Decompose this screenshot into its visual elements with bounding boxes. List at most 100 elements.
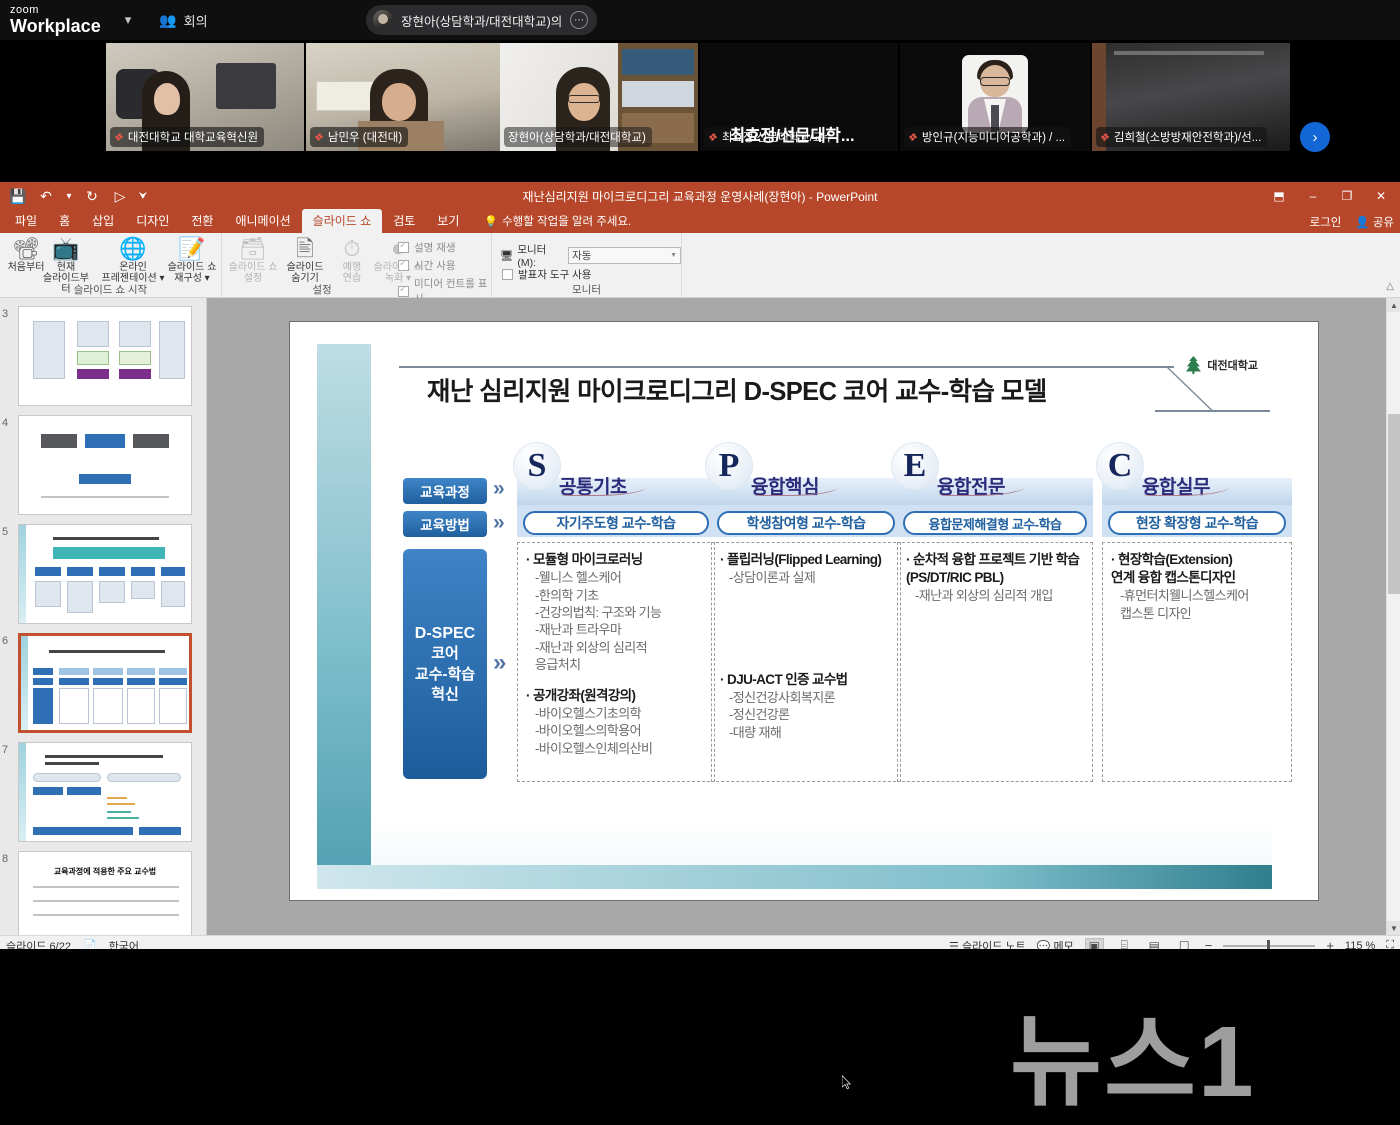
tab-file[interactable]: 파일 <box>4 209 48 233</box>
hide-slide-icon: 🖹 <box>296 236 314 261</box>
ribbon-group-monitors: 🖥 모니터(M): 자동 ▼ 발표자 도구 사용 모니터 <box>492 233 682 298</box>
button-rehearse-timings[interactable]: ⏱ 예행 연습 <box>332 236 372 284</box>
group-item: -재난과 트라우마 <box>535 622 622 638</box>
thumbnail-scrollbar[interactable]: ▲ ▼ <box>1386 298 1400 935</box>
bottom-black-bar <box>0 949 1400 955</box>
thumbnail-number: 5 <box>2 526 9 538</box>
group-item: -한의학 기초 <box>535 587 599 603</box>
tab-animations[interactable]: 애니메이션 <box>224 209 301 233</box>
group-item: -재난과 외상의 심리적 <box>535 639 648 655</box>
button-custom-slideshow[interactable]: 📝 슬라이드 쇼 재구성 ▾ <box>163 236 221 284</box>
group-heading: · 순차적 융합 프로젝트 기반 학습 (PS/DT/RIC PBL) <box>906 552 1080 586</box>
button-hide-slide[interactable]: 🖹 슬라이드 숨기기 <box>279 236 331 284</box>
restore-icon[interactable]: ❐ <box>1330 182 1364 210</box>
group-item: -정신건강사회복지론 <box>729 689 836 705</box>
ppt-title-bar: 💾 ↶ ▾ ↻ ▷ ⮟ 재난심리지원 마이크로디그리 교육과정 운영사례(장현아… <box>0 182 1400 210</box>
video-tile[interactable]: ❖ 남민우 (대전대) <box>306 43 504 151</box>
minimize-icon[interactable]: – <box>1296 182 1330 210</box>
content-column-p: · 플립러닝(Flipped Learning) -상담이론과 실제 · DJU… <box>711 542 901 782</box>
method-c: 현장 확장형 교수-학습 <box>1108 511 1286 535</box>
ribbon-display-options-icon[interactable]: ⬒ <box>1262 182 1296 210</box>
monitor-select[interactable]: 자동 ▼ <box>568 247 681 264</box>
monitor-value: 자동 <box>572 250 592 262</box>
group-label: 설정 <box>312 284 332 296</box>
thumbnail-slide-3[interactable]: 3 <box>2 306 192 406</box>
collapse-ribbon-icon[interactable]: △ <box>1386 281 1394 292</box>
thumbnail-preview <box>19 525 191 623</box>
active-speaker-pill[interactable]: 장현아(상담학과/대전대학교)의 ⋯ <box>366 5 598 35</box>
meeting-tab[interactable]: 👥 회의 <box>159 11 207 30</box>
ribbon: 📽 처음부터 📺 현재 슬라이드부터 🌐 온라인 프레젠테이션 ▾ 📝 슬라이드… <box>0 233 1400 305</box>
checkbox-icon <box>398 258 409 271</box>
share-button[interactable]: 👤 공유 <box>1355 214 1394 230</box>
participant-nametag: ❖ 김희철(소방방재안전학과)/선... <box>1096 127 1268 147</box>
scroll-up-arrow-icon[interactable]: ▲ <box>1387 298 1400 312</box>
video-tile-avatar[interactable]: ❖ 방인규(지능미디어공학과) / ... <box>900 43 1090 151</box>
checkbox-use-presenter-view[interactable]: 발표자 도구 사용 <box>502 267 591 282</box>
video-tile[interactable]: ❖ 김희철(소방방재안전학과)/선... <box>1092 43 1290 151</box>
method-p: 학생참여형 교수-학습 <box>717 511 895 535</box>
button-present-online[interactable]: 🌐 온라인 프레젠테이션 ▾ <box>97 236 169 284</box>
chevron-down-icon[interactable]: ▾ <box>125 12 132 28</box>
group-item: -바이오헬스기초의학 <box>535 705 642 721</box>
close-icon[interactable]: ✕ <box>1364 182 1398 210</box>
checkbox-use-timings[interactable]: 시간 사용 <box>398 258 456 273</box>
chevron-double-right-icon: » <box>493 477 505 500</box>
column-text-c: · 현장학습(Extension) 연계 융합 캡스톤디자인 -휴먼터치웰니스헬… <box>1111 551 1287 622</box>
thumbnail-preview <box>19 307 191 405</box>
books-row <box>622 81 694 107</box>
mic-muted-icon: ❖ <box>1098 131 1112 144</box>
thumbnail-slide-7[interactable]: 7 <box>2 742 192 842</box>
person-face <box>382 83 416 121</box>
letter: P <box>718 447 740 484</box>
button-label: 슬라이드 쇼 재구성 ▾ <box>167 262 217 284</box>
thumbnail-title: 교육과정에 적용한 주요 교수법 <box>53 867 157 876</box>
letter: E <box>903 447 927 484</box>
group-item: 캡스톤 디자인 <box>1120 605 1192 621</box>
signin-link[interactable]: 로그인 <box>1310 214 1342 230</box>
thumbnail-slide-5[interactable]: 5 <box>2 524 192 624</box>
tab-transitions[interactable]: 전환 <box>180 209 224 233</box>
glasses-icon <box>980 77 1010 86</box>
thumbnail-preview <box>21 636 189 730</box>
participant-name: 방인규(지능미디어공학과) / ... <box>921 132 1066 144</box>
button-label: 슬라이드 쇼 설정 <box>228 262 278 284</box>
checkbox-label: 발표자 도구 사용 <box>518 269 592 281</box>
checkbox-play-narrations[interactable]: 설명 재생 <box>398 240 456 255</box>
mic-muted-icon: ❖ <box>112 131 126 144</box>
next-page-arrow-icon[interactable]: › <box>1300 122 1330 152</box>
scroll-down-arrow-icon[interactable]: ▼ <box>1387 921 1400 935</box>
button-label: 온라인 프레젠테이션 ▾ <box>101 262 165 284</box>
thumbnail-slide-8[interactable]: 8 교육과정에 적용한 주요 교수법 <box>2 851 192 935</box>
zoom-top-bar: zoom Workplace ▾ 👥 회의 장현아(상담학과/대전대학교)의 ⋯ <box>0 0 1400 40</box>
method-e: 융합문제해결형 교수-학습 <box>903 511 1087 535</box>
current-slide[interactable]: 재난 심리지원 마이크로디그리 D-SPEC 코어 교수-학습 모델 대전대학교… <box>289 321 1319 901</box>
core-box: D-SPEC 코어 교수-학습 혁신 <box>403 549 487 779</box>
tab-design[interactable]: 디자인 <box>125 209 180 233</box>
more-options-icon[interactable]: ⋯ <box>570 11 589 29</box>
thumbnail-slide-4[interactable]: 4 <box>2 415 192 515</box>
slide-canvas-area[interactable]: 재난 심리지원 마이크로디그리 D-SPEC 코어 교수-학습 모델 대전대학교… <box>207 298 1386 935</box>
core-box-line2: 코어 <box>431 645 459 663</box>
zoom-workplace-logo: zoom Workplace <box>10 4 101 36</box>
video-tile-active-speaker[interactable]: 장현아(상담학과/대전대학교) <box>500 43 698 151</box>
tab-insert[interactable]: 삽입 <box>81 209 125 233</box>
zoom-slider[interactable] <box>1223 939 1316 952</box>
video-tile[interactable]: ❖ 대전대학교 대학교육혁신원 <box>106 43 304 151</box>
group-item: 응급처치 <box>535 657 581 673</box>
audio-only-display-name: 최효정/선문대학... <box>730 127 855 145</box>
label-curriculum: 교육과정 <box>403 478 487 504</box>
thumbnail-slide-6[interactable]: 6 <box>2 633 192 733</box>
scroll-thumb[interactable] <box>1388 414 1400 594</box>
button-setup-slideshow[interactable]: 🗃 슬라이드 쇼 설정 <box>227 236 279 284</box>
tab-view[interactable]: 보기 <box>426 209 470 233</box>
slide-thumbnail-pane[interactable]: 3 4 5 6 7 8 교육과정에 적용한 주요 교수법 <box>0 298 207 935</box>
group-item: -바이오헬스인체의산비 <box>535 740 653 756</box>
tab-slideshow[interactable]: 슬라이드 쇼 <box>301 209 383 233</box>
zoom-logo-line1: zoom <box>10 4 39 16</box>
participant-nametag: ❖ 남민우 (대전대) <box>310 127 409 147</box>
tab-home[interactable]: 홈 <box>48 209 81 233</box>
group-label: 슬라이드 쇼 시작 <box>73 284 148 296</box>
tab-review[interactable]: 검토 <box>382 209 426 233</box>
tell-me-box[interactable]: 💡 수행할 작업을 알려 주세요. <box>484 213 631 233</box>
